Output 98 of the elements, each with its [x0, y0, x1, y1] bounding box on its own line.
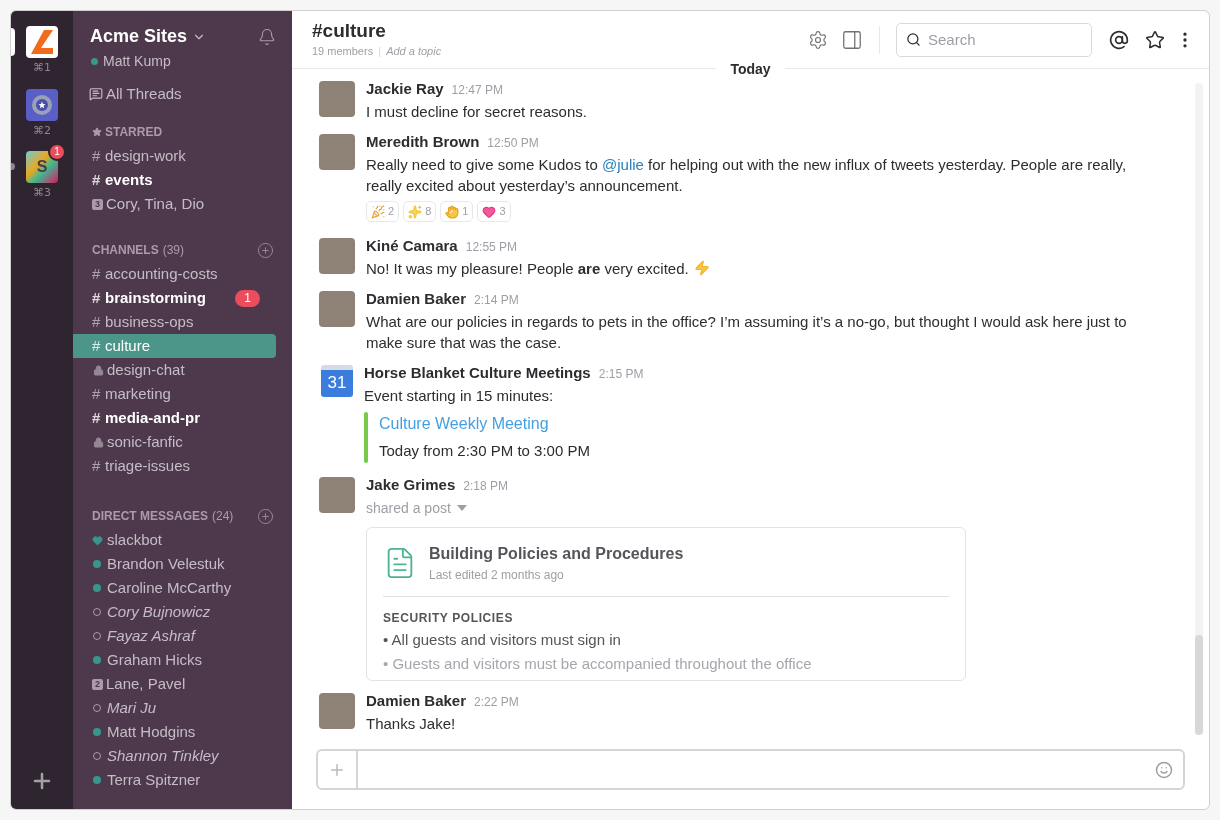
post-bullet: • Guests and visitors must be accompanied throughout the office	[383, 654, 812, 674]
sidebar-item[interactable]: Terra Spitzner	[73, 768, 276, 792]
shortcut-label: ⌘2	[33, 122, 51, 139]
lightning-icon	[693, 260, 710, 276]
sidebar-item[interactable]: Graham Hicks	[73, 648, 276, 672]
section-title[interactable]: DIRECT MESSAGES	[92, 507, 208, 525]
hash-sign: #	[92, 311, 102, 332]
message-text: I must decline for secret reasons.	[366, 102, 587, 122]
clapping-hands-icon	[445, 204, 460, 219]
author-name[interactable]: Horse Blanket Culture Meetings	[364, 363, 591, 383]
hash-sign: #	[92, 383, 102, 404]
sidebar-item[interactable]: # brainstorming 1	[73, 286, 276, 310]
settings-icon[interactable]	[808, 29, 828, 50]
lock-icon	[93, 436, 104, 448]
all-threads-label[interactable]: All Threads	[106, 82, 182, 106]
lock-icon	[93, 364, 104, 376]
search-field[interactable]: Search	[896, 22, 1092, 57]
party-popper-icon	[371, 204, 385, 219]
sidebar-item[interactable]: Fayaz Ashraf	[73, 624, 276, 648]
workspace-logo-icon[interactable]	[26, 88, 58, 121]
mentions-icon[interactable]	[1109, 29, 1129, 50]
sidebar-item[interactable]: # events	[73, 168, 276, 192]
sidebar-item[interactable]: Brandon Velestuk	[73, 552, 276, 576]
post-meta: Last edited 2 months ago	[429, 566, 565, 584]
sidebar-item[interactable]: Matt Hodgins	[73, 720, 276, 744]
author-name[interactable]: Jake Grimes	[366, 474, 456, 495]
emoji-icon[interactable]	[1155, 760, 1173, 779]
sidebar-item[interactable]: sonic-fanfic	[73, 430, 276, 454]
sidebar-item[interactable]: 3 Cory, Tina, Dio	[73, 192, 276, 216]
shortcut-label: ⌘3	[33, 185, 51, 201]
message-text: Really need to give some Kudos to @julie for helping out with the new influx of tweets yesterday. People are really, really excited about yesterday’s announcement.	[366, 155, 1128, 196]
sidebar-item[interactable]: Mari Ju	[73, 696, 276, 720]
author-name[interactable]: Jackie Ray	[366, 79, 444, 99]
hash-sign: #	[92, 455, 102, 476]
section-count: (24)	[212, 508, 234, 525]
section-count: (39)	[162, 242, 184, 259]
sidebar-item[interactable]: # culture	[73, 334, 276, 358]
sidebar-item[interactable]: Cory Bujnowicz	[73, 600, 276, 624]
author-name[interactable]: Kiné Camara	[366, 236, 458, 256]
panel-icon[interactable]	[841, 28, 863, 51]
heart-icon	[482, 204, 497, 219]
message-text: What are our policies in regards to pets in the office? I’m assuming it’s a no-go, but thought I would ask here just to make sure that was the case.	[366, 312, 1128, 353]
user-name[interactable]: Matt Kump	[103, 51, 171, 72]
unread-badge: 1	[235, 289, 260, 307]
event-time: Today from 2:30 PM to 3:00 PM	[379, 441, 590, 461]
sparkles-icon	[408, 204, 423, 219]
author-name[interactable]: Damien Baker	[366, 690, 467, 711]
sidebar-item[interactable]: design-chat	[73, 358, 276, 382]
notification-badge: 1	[48, 143, 66, 161]
search-icon	[906, 31, 921, 47]
sidebar-item[interactable]: # media-and-pr	[73, 406, 276, 430]
caret-icon[interactable]	[456, 505, 467, 511]
threads-icon	[89, 87, 103, 101]
avatar-photo-placeholder[interactable]	[319, 692, 355, 729]
hash-sign: #	[92, 287, 102, 308]
team-name[interactable]: Acme Sites	[90, 23, 188, 50]
sidebar-item[interactable]: # marketing	[73, 382, 276, 406]
add-icon[interactable]	[257, 507, 274, 525]
avatar-photo-placeholder[interactable]	[319, 476, 355, 513]
hash-sign: #	[92, 169, 102, 190]
sidebar-item[interactable]: # design-work	[73, 144, 276, 168]
post-section-title: SECURITY POLICIES	[383, 609, 513, 627]
star-icon	[92, 127, 102, 137]
author-name[interactable]: Damien Baker	[366, 289, 467, 309]
event-link[interactable]: Culture Weekly Meeting	[379, 412, 590, 436]
section-title[interactable]: STARRED	[105, 123, 163, 141]
share-note: shared a post	[366, 498, 451, 518]
post-card[interactable]: Building Policies and Procedures Last edited 2 months ago SECURITY POLICIES • All guests and visitors must sign in • Guests and visitors must be accompanied throughout the office	[366, 526, 966, 681]
sidebar-item[interactable]: # accounting-costs	[73, 262, 276, 286]
hash-sign: #	[92, 145, 102, 166]
sidebar-item[interactable]: # business-ops	[73, 310, 276, 334]
heart-icon	[92, 534, 103, 546]
bell-icon[interactable]	[258, 27, 276, 46]
workspace-logo-icon[interactable]	[26, 26, 58, 58]
author-name[interactable]: Meredith Brown	[366, 132, 480, 152]
hash-sign: #	[92, 335, 102, 356]
star-icon[interactable]	[1145, 29, 1165, 50]
member-count-icon: 2	[92, 678, 103, 690]
message-text: Thanks Jake!	[366, 713, 457, 734]
member-count-icon: 3	[92, 198, 103, 210]
sidebar-item[interactable]: slackbot	[73, 528, 276, 552]
hash-sign: #	[92, 263, 102, 284]
channel-title[interactable]: #culture	[312, 19, 442, 44]
sidebar-item[interactable]: Shannon Tinkley	[73, 744, 276, 768]
sidebar-item[interactable]: # triage-issues	[73, 454, 276, 478]
post-title[interactable]: Building Policies and Procedures	[429, 541, 684, 566]
hash-sign: #	[92, 407, 102, 428]
scrollbar[interactable]	[1195, 83, 1203, 735]
message-text: Event starting in 15 minutes:	[364, 386, 555, 406]
message-text: No! It was my pleasure! People are very excited.	[366, 258, 710, 279]
calendar-icon[interactable]: 31	[321, 365, 353, 397]
mention-link[interactable]: @julie	[602, 156, 644, 173]
add-icon[interactable]	[257, 241, 274, 259]
shortcut-label: ⌘1	[33, 60, 51, 76]
post-bullet: • All guests and visitors must sign in	[383, 629, 621, 650]
sidebar-item[interactable]: Caroline McCarthy	[73, 576, 276, 600]
section-title[interactable]: CHANNELS	[92, 241, 159, 259]
sidebar-item[interactable]: 2 Lane, Pavel	[73, 672, 276, 696]
